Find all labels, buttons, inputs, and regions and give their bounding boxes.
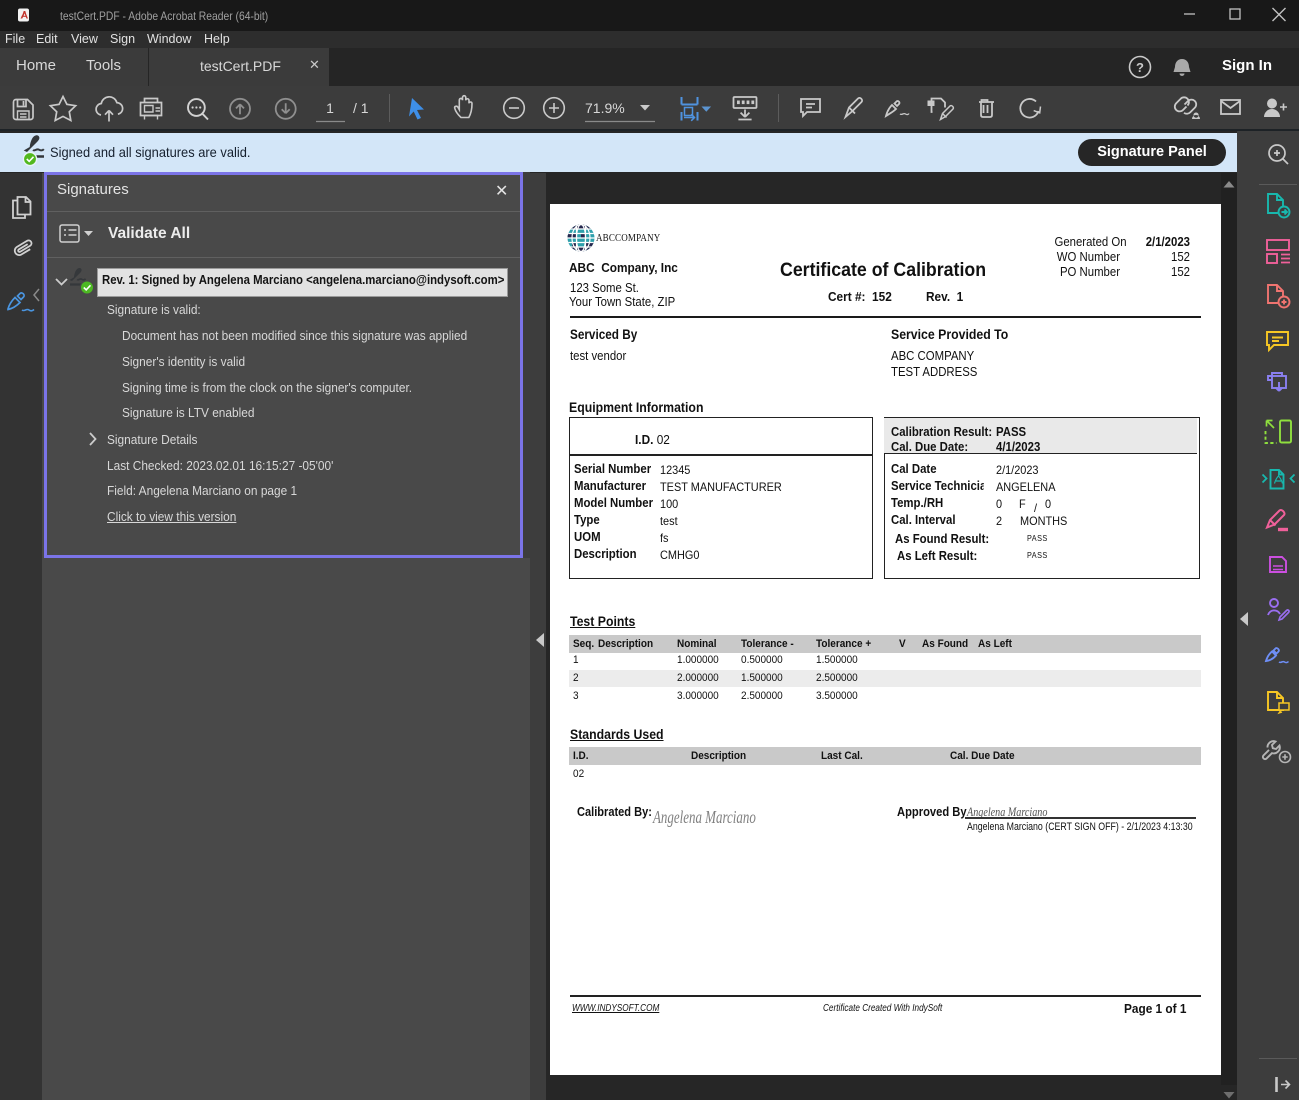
svg-text:/ 1: / 1 <box>353 100 369 116</box>
svg-text:1: 1 <box>326 100 334 116</box>
svg-text:?: ? <box>1136 60 1144 75</box>
svg-text:71.9%: 71.9% <box>585 100 625 116</box>
